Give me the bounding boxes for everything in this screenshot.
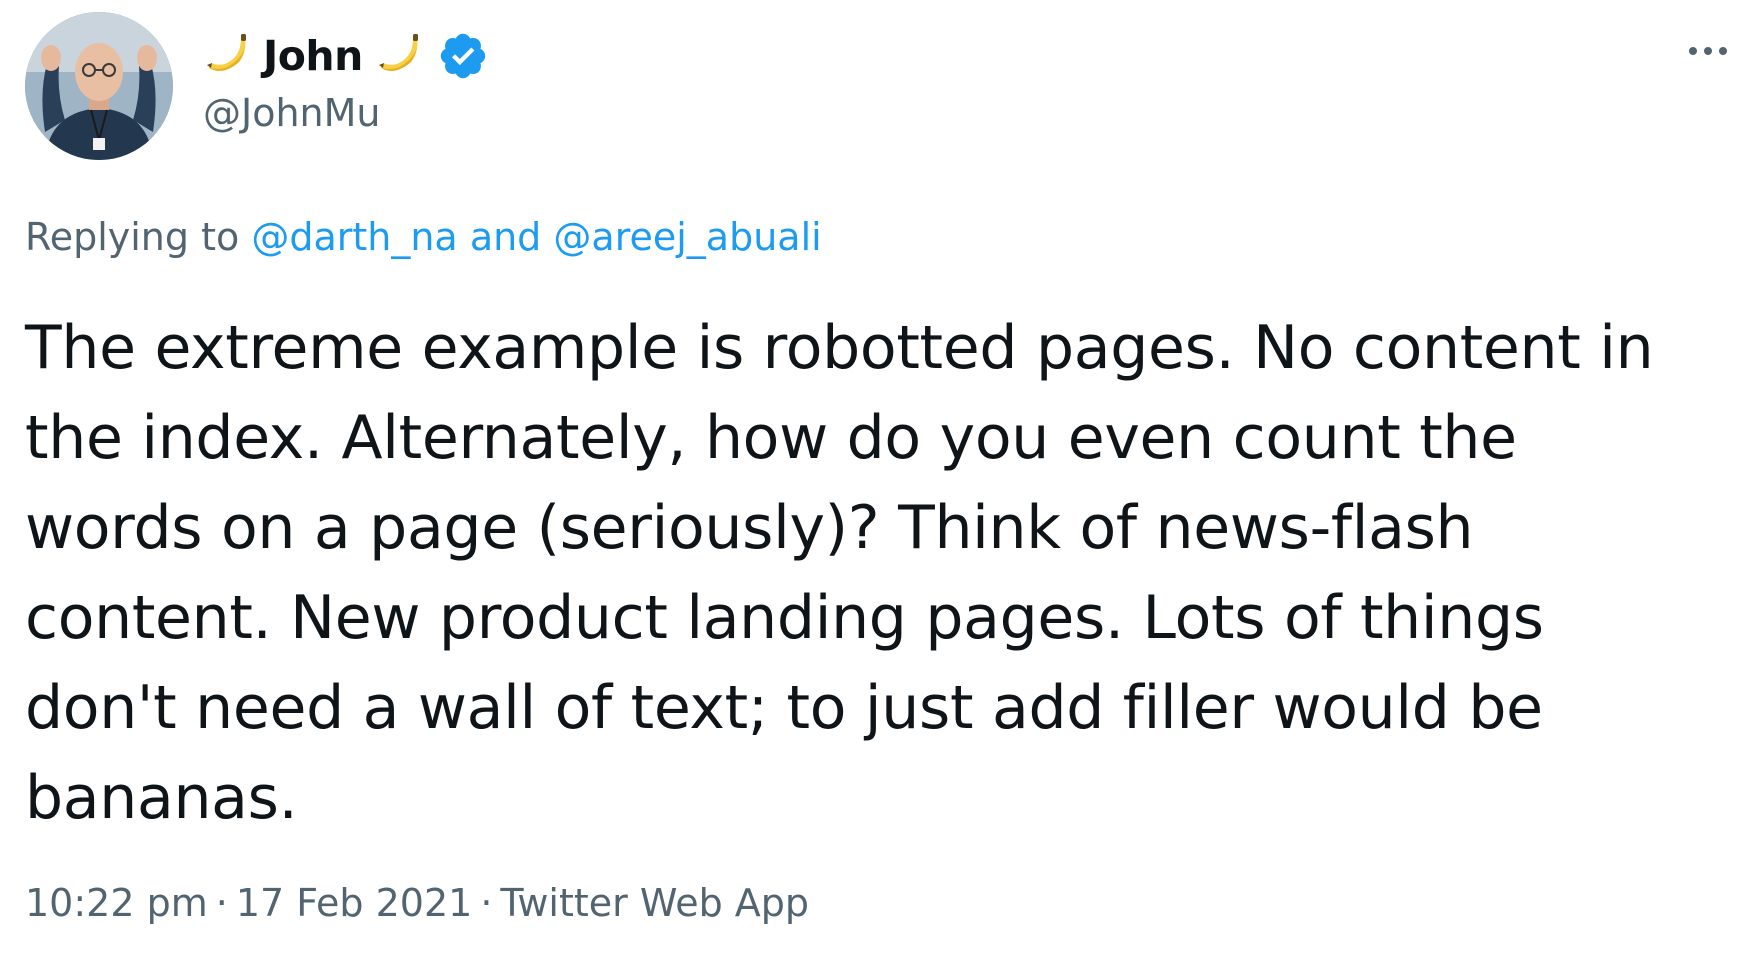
tweet-text-line: the index. Alternately, how do you even …: [25, 403, 1517, 473]
tweet-text-line: words on a page (seriously)? Think of ne…: [25, 493, 1474, 563]
author-display-name[interactable]: John: [263, 28, 363, 84]
tweet-text-line: don't need a wall of text; to just add f…: [25, 673, 1543, 743]
tweet-time[interactable]: 10:22 pm: [25, 881, 208, 925]
more-options-button[interactable]: [1680, 36, 1736, 66]
meta-separator: ·: [480, 881, 493, 925]
tweet-text-line: bananas.: [25, 763, 298, 833]
mention-link[interactable]: @areej_abuali: [553, 215, 821, 259]
reply-joiner[interactable]: and: [470, 215, 542, 259]
author-name-row[interactable]: John: [203, 28, 489, 84]
tweet-text-line: content. New product landing pages. Lots…: [25, 583, 1544, 653]
tweet-meta: 10:22 pm · 17 Feb 2021 · Twitter Web App: [25, 878, 809, 928]
avatar[interactable]: [25, 12, 173, 160]
tweet-date[interactable]: 17 Feb 2021: [236, 881, 473, 925]
more-horizontal-icon: [1689, 47, 1697, 55]
verified-badge-icon: [440, 33, 486, 79]
tweet-text: The extreme example is robotted pages. N…: [25, 303, 1725, 843]
tweet-text-line: The extreme example is robotted pages. N…: [25, 313, 1654, 383]
author-handle[interactable]: @JohnMu: [203, 88, 381, 138]
reply-prefix: Replying to: [25, 215, 240, 259]
meta-separator: ·: [215, 881, 228, 925]
more-horizontal-icon: [1719, 47, 1727, 55]
banana-icon: [378, 34, 418, 71]
banana-icon: [207, 34, 246, 71]
avatar-photo: [25, 12, 173, 160]
reply-context: Replying to @darth_na and @areej_abuali: [25, 212, 822, 262]
mention-link[interactable]: @darth_na: [251, 215, 457, 259]
tweet-card: John @JohnMu Replying to @darth_na and @…: [0, 0, 1758, 961]
tweet-source[interactable]: Twitter Web App: [500, 881, 809, 925]
more-horizontal-icon: [1704, 47, 1712, 55]
